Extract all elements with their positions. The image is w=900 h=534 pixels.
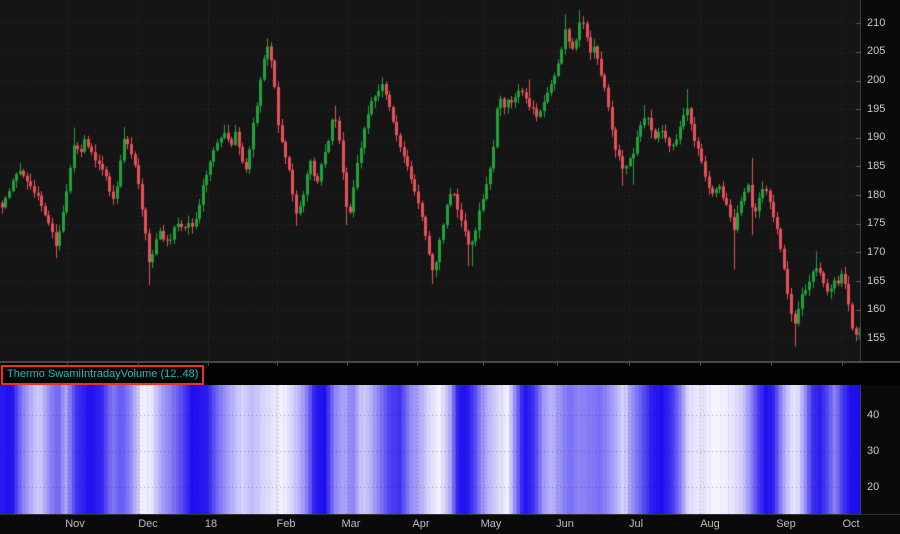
- study-y-label: 30: [867, 444, 880, 457]
- divider-tick: [842, 363, 843, 366]
- month-label-dec: Dec: [138, 518, 158, 530]
- price-candlestick-canvas[interactable]: [0, 0, 861, 361]
- month-label-jul: Jul: [628, 518, 644, 530]
- month-label-nov: Nov: [65, 518, 85, 530]
- month-label-mar: Mar: [341, 518, 361, 530]
- price-y-label: 165: [867, 274, 886, 287]
- price-y-label: 195: [867, 102, 886, 115]
- month-label-may: May: [480, 518, 502, 530]
- price-y-label: 185: [867, 159, 886, 172]
- divider-tick: [700, 363, 701, 366]
- divider-tick: [277, 363, 278, 366]
- month-label-aug: Aug: [700, 518, 720, 530]
- price-y-label: 160: [867, 303, 886, 316]
- price-y-label: 170: [867, 245, 886, 258]
- trading-chart-window: 210 205 200 195 190 185 180 175 170 165 160 155 The…: [0, 0, 900, 534]
- price-y-label: 190: [867, 131, 886, 144]
- price-y-label: 180: [867, 188, 886, 201]
- price-y-label: 210: [867, 16, 886, 29]
- price-chart-panel[interactable]: [0, 0, 861, 361]
- month-label-18: 18: [204, 518, 218, 530]
- divider-tick: [557, 363, 558, 366]
- month-label-jun: Jun: [556, 518, 574, 530]
- price-y-label: 200: [867, 74, 886, 87]
- divider-tick: [67, 363, 68, 366]
- price-y-label: 205: [867, 45, 886, 58]
- study-label-row: Thermo SwamiIntradayVolume (12..48): [0, 363, 900, 385]
- price-y-axis[interactable]: 210 205 200 195 190 185 180 175 170 165 160 155: [861, 0, 900, 361]
- date-axis[interactable]: Nov Dec 18 Feb Mar Apr May Jun Jul Aug Sep Oct: [0, 515, 900, 534]
- divider-tick: [417, 363, 418, 366]
- price-y-label: 175: [867, 217, 886, 230]
- thermo-heatmap-canvas[interactable]: [0, 385, 861, 514]
- divider-tick: [483, 363, 484, 366]
- month-label-feb: Feb: [276, 518, 296, 530]
- study-y-axis[interactable]: 40 30 20: [861, 385, 900, 514]
- price-y-label: 155: [867, 331, 886, 344]
- divider-tick: [347, 363, 348, 366]
- divider-tick: [771, 363, 772, 366]
- month-label-sep: Sep: [776, 518, 796, 530]
- study-y-label: 20: [867, 480, 880, 493]
- study-y-label: 40: [867, 408, 880, 421]
- month-label-apr: Apr: [412, 518, 430, 530]
- divider-tick: [629, 363, 630, 366]
- divider-tick: [208, 363, 209, 366]
- month-label-oct: Oct: [842, 518, 860, 530]
- divider-tick: [138, 363, 139, 366]
- study-label[interactable]: Thermo SwamiIntradayVolume (12..48): [1, 365, 205, 385]
- axis-corner: [861, 515, 900, 534]
